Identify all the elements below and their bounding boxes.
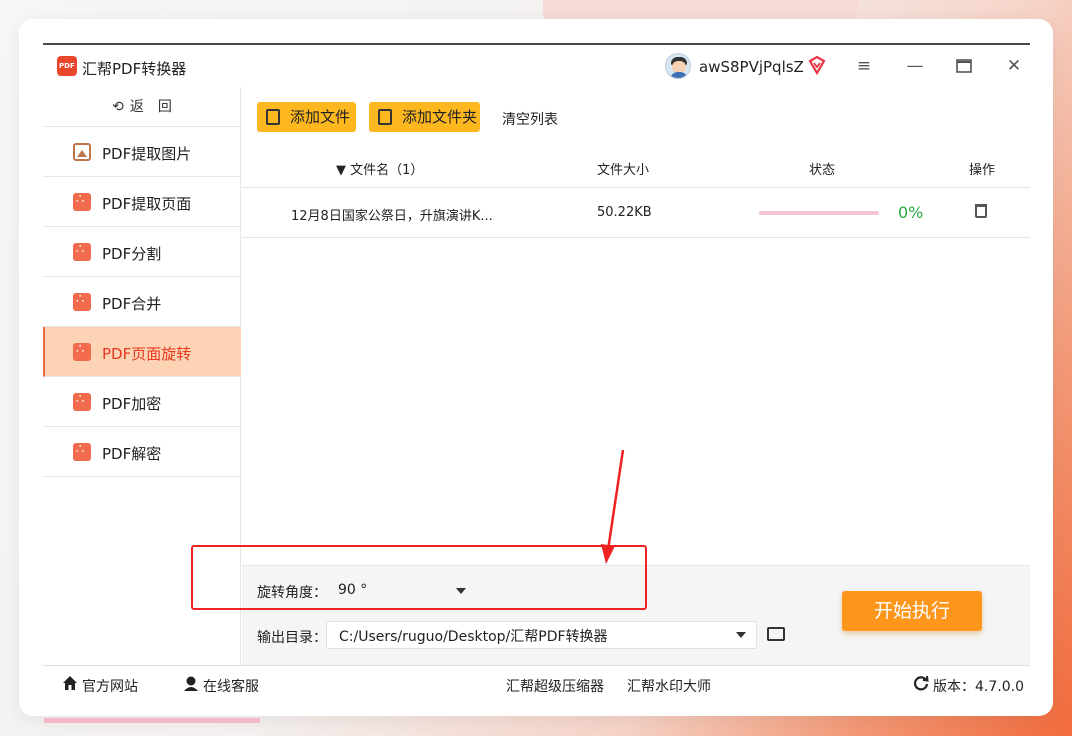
- close-icon[interactable]: ✕: [1000, 53, 1028, 79]
- username[interactable]: awS8PVjPqlsZ: [699, 58, 804, 76]
- sidebar-item-merge[interactable]: PDF合并: [43, 277, 241, 327]
- pdf-icon: [73, 292, 91, 311]
- progress-bar: [759, 211, 879, 215]
- refresh-icon: [913, 675, 929, 691]
- minimize-icon[interactable]: —: [901, 53, 929, 79]
- clear-list-button[interactable]: 清空列表: [502, 109, 558, 129]
- highlight-box: [191, 545, 647, 610]
- add-file-button[interactable]: 添加文件: [257, 102, 356, 132]
- column-header-action: 操作: [969, 163, 996, 178]
- progress-percent: 0%: [898, 203, 924, 222]
- chevron-down-icon: [736, 632, 746, 638]
- maximize-icon[interactable]: [950, 53, 978, 79]
- back-button[interactable]: ⟲ 返 回: [43, 87, 241, 127]
- sidebar-item-rotate[interactable]: PDF页面旋转: [43, 327, 241, 377]
- watermark-link[interactable]: 汇帮水印大师: [627, 676, 711, 696]
- sidebar-item-encrypt[interactable]: PDF加密: [43, 377, 241, 427]
- title-bar: 汇帮PDF转换器 awS8PVjPqlsZ ≡ — ✕: [43, 45, 1030, 87]
- start-button[interactable]: 开始执行: [842, 591, 982, 631]
- pdf-icon: [73, 242, 91, 261]
- annotation-arrow-icon: [601, 449, 625, 564]
- pdf-icon: [73, 342, 91, 361]
- add-folder-button[interactable]: 添加文件夹: [369, 102, 480, 132]
- image-icon: [73, 143, 91, 161]
- output-dir-label: 输出目录：: [257, 630, 327, 646]
- menu-icon[interactable]: ≡: [850, 53, 878, 79]
- avatar[interactable]: [665, 53, 691, 79]
- customer-service-icon: [184, 676, 198, 691]
- file-name: 12月8日国家公祭日，升旗演讲K...: [291, 209, 493, 224]
- column-header-filename[interactable]: ▼ 文件名（1）: [336, 159, 423, 178]
- back-arrow-icon: ⟲: [112, 99, 124, 115]
- footer: 官方网站 在线客服 汇帮超级压缩器 汇帮水印大师 版本：4.7.0.0: [43, 665, 1030, 702]
- trash-icon[interactable]: [975, 204, 987, 218]
- version-label: 版本：4.7.0.0: [933, 679, 1024, 695]
- table-header: ▼ 文件名（1） 文件大小 状态 操作: [242, 145, 1030, 188]
- background-strip: [44, 718, 260, 723]
- sidebar-item-label: PDF合并: [102, 295, 162, 313]
- sidebar-item-extract-pages[interactable]: PDF提取页面: [43, 177, 241, 227]
- online-support-link[interactable]: 在线客服: [203, 676, 259, 696]
- sidebar-item-label: PDF提取图片: [102, 145, 192, 163]
- home-icon: [63, 676, 77, 690]
- table-row[interactable]: 12月8日国家公祭日，升旗演讲K... 50.22KB 0%: [242, 188, 1030, 238]
- folder-plus-icon: [378, 109, 392, 125]
- pdf-icon: [73, 192, 91, 211]
- pdf-icon: [73, 392, 91, 411]
- file-icon: [266, 109, 280, 125]
- sidebar-item-extract-images[interactable]: PDF提取图片: [43, 127, 241, 177]
- sidebar-item-decrypt[interactable]: PDF解密: [43, 427, 241, 477]
- sidebar-item-label: PDF提取页面: [102, 195, 192, 213]
- toolbar: 添加文件 添加文件夹 清空列表: [242, 87, 1030, 143]
- official-website-link[interactable]: 官方网站: [82, 676, 138, 696]
- app-title: 汇帮PDF转换器: [82, 60, 187, 78]
- vip-icon[interactable]: [807, 55, 827, 76]
- column-header-size: 文件大小: [597, 163, 650, 178]
- sidebar-item-label: PDF解密: [102, 445, 162, 463]
- sidebar-item-label: PDF页面旋转: [102, 345, 192, 363]
- app-logo-icon: [57, 56, 77, 76]
- folder-open-icon[interactable]: [767, 627, 785, 641]
- sidebar-item-label: PDF加密: [102, 395, 162, 413]
- compressor-link[interactable]: 汇帮超级压缩器: [506, 676, 604, 696]
- output-dir-select[interactable]: C:/Users/ruguo/Desktop/汇帮PDF转换器: [326, 621, 757, 649]
- pdf-icon: [73, 442, 91, 461]
- back-label: 返 回: [129, 99, 172, 115]
- column-header-status: 状态: [809, 163, 836, 178]
- sidebar-item-split[interactable]: PDF分割: [43, 227, 241, 277]
- file-size: 50.22KB: [597, 205, 652, 220]
- sidebar-item-label: PDF分割: [102, 245, 162, 263]
